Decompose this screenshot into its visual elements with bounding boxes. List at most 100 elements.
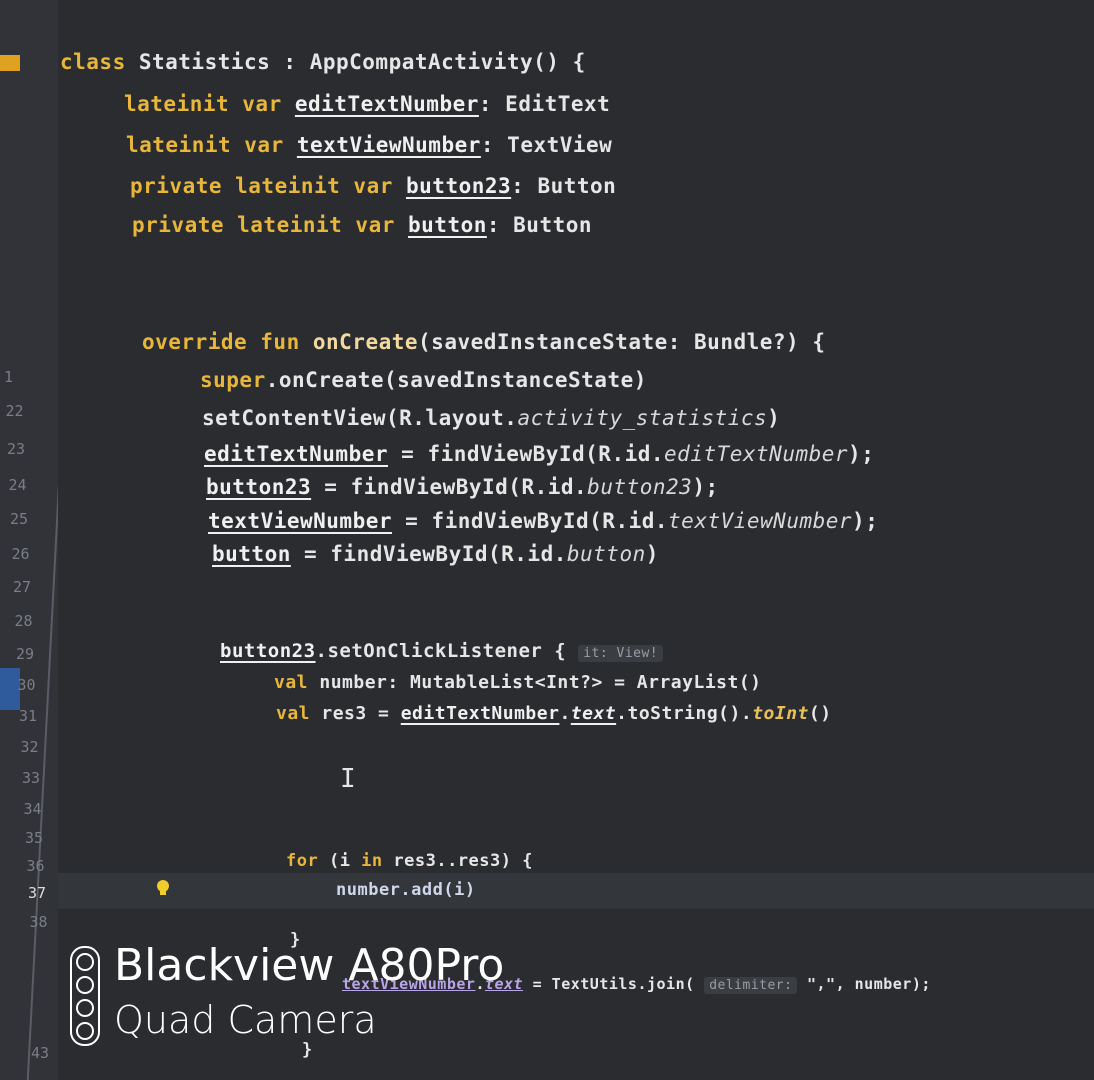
identifier: button bbox=[408, 213, 487, 237]
lightbulb-icon[interactable] bbox=[156, 879, 170, 897]
keyword: val bbox=[276, 703, 322, 724]
identifier: textViewNumber bbox=[208, 509, 393, 533]
code-text: ) bbox=[645, 542, 659, 566]
code-text: (i bbox=[328, 851, 362, 871]
code-text: () bbox=[808, 703, 832, 724]
code-line[interactable]: button = findViewById(R.id.button) bbox=[212, 542, 659, 566]
line-number: 23 bbox=[7, 440, 26, 458]
code-line-oncreate[interactable]: override fun onCreate(savedInstanceState… bbox=[142, 330, 825, 354]
code-line[interactable]: private lateinit var button: Button bbox=[132, 213, 592, 237]
code-text: number: MutableList<Int?> = ArrayList() bbox=[319, 672, 762, 693]
closing-brace: } bbox=[302, 1040, 313, 1060]
code-editor[interactable] bbox=[58, 0, 1094, 1080]
line-number: 35 bbox=[25, 829, 44, 847]
code-text: = findViewById(R.id. bbox=[290, 542, 567, 566]
line-number: 26 bbox=[11, 545, 30, 563]
resource-id: button23 bbox=[587, 475, 693, 499]
keyword: super bbox=[200, 368, 266, 392]
text-cursor-icon: I bbox=[340, 764, 357, 794]
resource-id: textViewNumber bbox=[668, 509, 853, 533]
code-text: = findViewById(R.id. bbox=[388, 442, 665, 466]
code-line[interactable]: lateinit var textViewNumber: TextView bbox=[126, 133, 612, 157]
code-text: (savedInstanceState: Bundle?) { bbox=[418, 330, 826, 354]
code-text: .setOnClickListener { bbox=[315, 640, 579, 662]
watermark-camera: Quad Camera bbox=[114, 998, 377, 1042]
warning-badge bbox=[0, 55, 20, 71]
code-line[interactable]: editTextNumber = findViewById(R.id.editT… bbox=[204, 442, 874, 466]
property: text bbox=[570, 703, 617, 724]
line-number: 22 bbox=[5, 402, 24, 420]
resource-id: button bbox=[566, 542, 646, 566]
identifier: textViewNumber bbox=[296, 133, 481, 157]
code-text: = findViewById(R.id. bbox=[311, 475, 588, 499]
code-text: ",", number); bbox=[797, 975, 931, 993]
line-number: 43 bbox=[31, 1044, 50, 1062]
line-number: 27 bbox=[13, 578, 32, 596]
parameter-hint: delimiter: bbox=[704, 977, 798, 994]
code-text: . bbox=[559, 703, 571, 724]
code-text: ) bbox=[767, 406, 781, 430]
identifier: editTextNumber bbox=[294, 92, 479, 116]
line-number: 29 bbox=[16, 645, 35, 663]
keyword: lateinit var bbox=[126, 133, 297, 157]
line-number: 32 bbox=[20, 738, 39, 756]
code-text: setContentView(R.layout. bbox=[202, 406, 518, 430]
code-line[interactable]: textViewNumber = findViewById(R.id.textV… bbox=[208, 509, 878, 533]
keyword: private lateinit var bbox=[132, 213, 409, 237]
line-number: 34 bbox=[23, 800, 42, 818]
line-number: 38 bbox=[29, 913, 48, 931]
identifier: button23 bbox=[220, 640, 316, 662]
code-text: res3..res3) { bbox=[382, 851, 533, 871]
code-line[interactable]: private lateinit var button23: Button bbox=[130, 174, 616, 198]
line-number: 31 bbox=[19, 707, 38, 725]
line-number: 25 bbox=[10, 510, 29, 528]
keyword: override fun bbox=[142, 330, 313, 354]
line-number: 30 bbox=[17, 676, 36, 694]
keyword: private lateinit var bbox=[130, 174, 407, 198]
keyword: in bbox=[361, 851, 383, 871]
line-number: 36 bbox=[26, 857, 45, 875]
watermark-model: Blackview A80Pro bbox=[114, 940, 505, 991]
code-text: .onCreate(savedInstanceState) bbox=[265, 368, 647, 392]
identifier: button23 bbox=[206, 475, 312, 499]
code-line[interactable]: val number: MutableList<Int?> = ArrayLis… bbox=[274, 672, 762, 693]
extension-function: toInt bbox=[752, 703, 809, 724]
code-text: ); bbox=[848, 442, 875, 466]
keyword: val bbox=[274, 672, 320, 693]
line-number: 1 bbox=[4, 368, 14, 386]
identifier: editTextNumber bbox=[400, 703, 560, 724]
identifier: button23 bbox=[406, 174, 512, 198]
line-number: 33 bbox=[22, 769, 41, 787]
code-text: = TextUtils.join( bbox=[523, 975, 705, 993]
code-text: res3 = bbox=[321, 703, 401, 724]
code-line-current[interactable]: number.add(i) bbox=[336, 880, 476, 900]
code-text: = findViewById(R.id. bbox=[392, 509, 669, 533]
line-number: 28 bbox=[14, 612, 33, 630]
identifier: button bbox=[212, 542, 291, 566]
code-text: Statistics : AppCompatActivity() { bbox=[125, 50, 586, 74]
line-number: 24 bbox=[8, 476, 27, 494]
camera-icon bbox=[70, 946, 100, 1046]
code-line[interactable]: val res3 = editTextNumber.text.toString(… bbox=[276, 703, 832, 724]
code-text: : Button bbox=[511, 174, 617, 198]
code-line-listener[interactable]: button23.setOnClickListener { it: View! bbox=[220, 640, 664, 662]
current-line-highlight bbox=[58, 873, 1094, 909]
code-line-for[interactable]: for (i in res3..res3) { bbox=[286, 851, 533, 871]
identifier: editTextNumber bbox=[204, 442, 389, 466]
code-line[interactable]: super.onCreate(savedInstanceState) bbox=[200, 368, 647, 392]
parameter-hint: it: View! bbox=[578, 645, 664, 662]
code-text: ); bbox=[692, 475, 719, 499]
code-line[interactable]: button23 = findViewById(R.id.button23); bbox=[206, 475, 719, 499]
code-line[interactable]: setContentView(R.layout.activity_statist… bbox=[202, 406, 780, 430]
code-line-class[interactable]: class Statistics : AppCompatActivity() { bbox=[60, 50, 586, 74]
code-text: ); bbox=[852, 509, 879, 533]
code-line[interactable]: lateinit var editTextNumber: EditText bbox=[124, 92, 610, 116]
keyword: for bbox=[286, 851, 329, 871]
code-text: : Button bbox=[486, 213, 593, 237]
function-name: onCreate bbox=[312, 330, 419, 354]
code-text: .toString(). bbox=[616, 703, 753, 724]
keyword: class bbox=[60, 50, 126, 74]
code-text: : EditText bbox=[478, 92, 611, 116]
line-number: 37 bbox=[28, 884, 47, 902]
resource-id: editTextNumber bbox=[664, 442, 849, 466]
